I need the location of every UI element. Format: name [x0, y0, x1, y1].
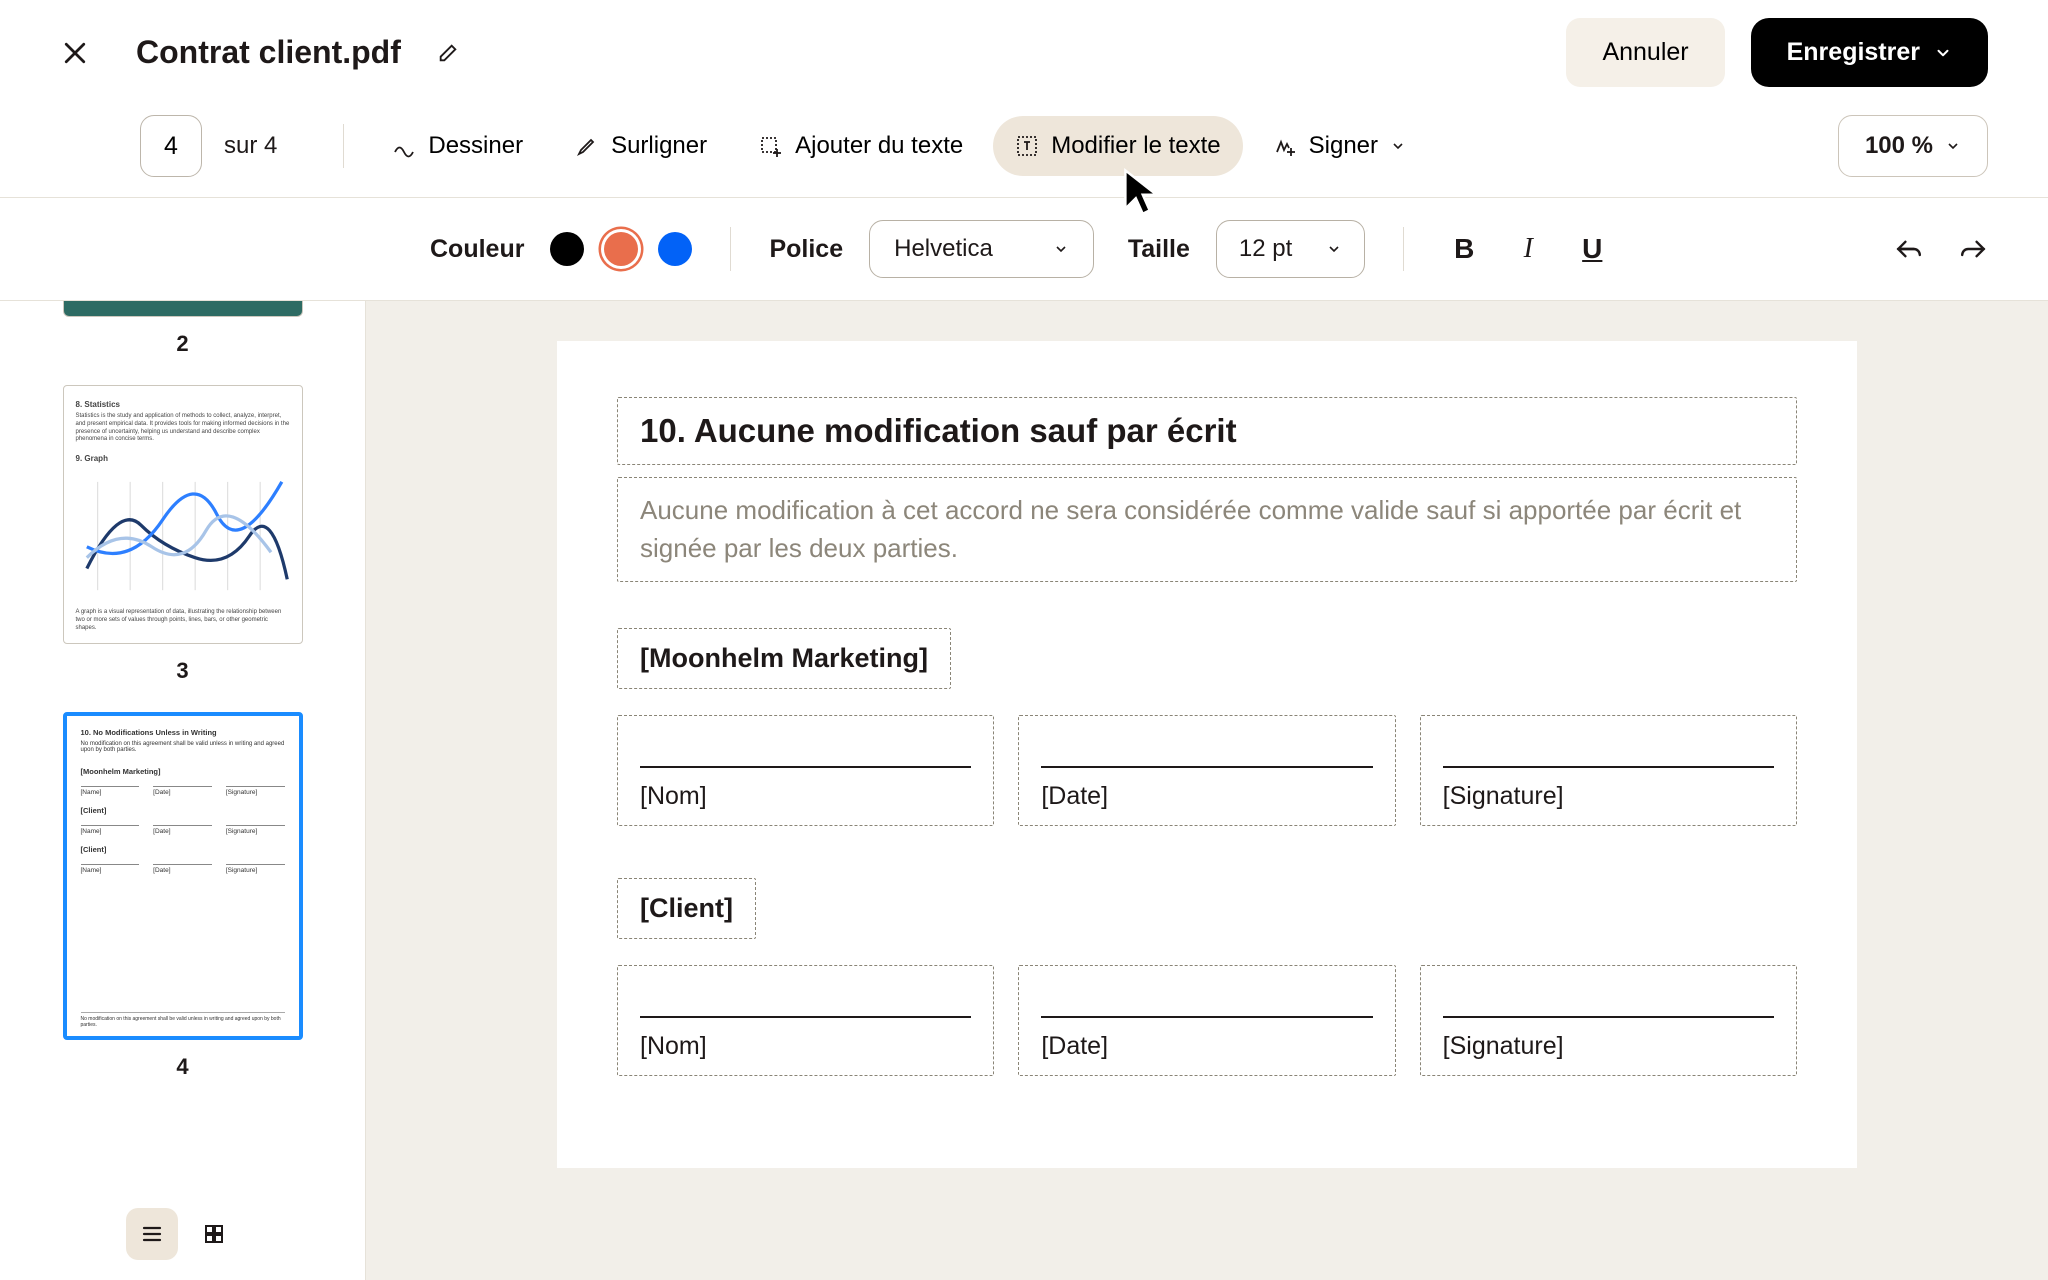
redo-button[interactable] — [1958, 237, 1988, 261]
save-button-label: Enregistrer — [1787, 38, 1920, 67]
chevron-down-icon — [1390, 138, 1406, 154]
thumbnail-page-2[interactable]: 2 — [63, 301, 303, 357]
add-text-tool[interactable]: Ajouter du texte — [737, 116, 985, 176]
editable-name-field-1[interactable]: [Nom] — [617, 715, 994, 826]
edit-text-icon — [1015, 134, 1039, 158]
document-title: Contrat client.pdf — [136, 34, 401, 71]
undo-button[interactable] — [1894, 237, 1924, 261]
zoom-select[interactable]: 100 % — [1838, 115, 1988, 177]
grid-view-toggle[interactable] — [188, 1208, 240, 1260]
page-total-label: sur 4 — [224, 132, 277, 160]
sign-tool[interactable]: Signer — [1251, 116, 1428, 176]
chevron-down-icon — [1053, 241, 1069, 257]
divider — [1403, 227, 1404, 271]
editable-party-2[interactable]: [Client] — [617, 878, 756, 939]
color-swatch-blue[interactable] — [658, 232, 692, 266]
draw-icon — [392, 134, 416, 158]
page-number-input[interactable] — [140, 115, 202, 177]
sign-icon — [1273, 134, 1297, 158]
chevron-down-icon — [1326, 241, 1342, 257]
close-button[interactable] — [60, 38, 90, 68]
size-label: Taille — [1128, 235, 1190, 264]
divider — [343, 124, 344, 168]
editable-party-1[interactable]: [Moonhelm Marketing] — [617, 628, 951, 689]
highlight-tool[interactable]: Surligner — [553, 116, 729, 176]
editable-date-field-1[interactable]: [Date] — [1018, 715, 1395, 826]
edit-text-tool[interactable]: Modifier le texte — [993, 116, 1242, 176]
editable-signature-field-1[interactable]: [Signature] — [1420, 715, 1797, 826]
italic-button[interactable]: I — [1506, 233, 1550, 265]
color-label: Couleur — [430, 235, 524, 264]
underline-button[interactable]: U — [1570, 233, 1614, 265]
highlight-icon — [575, 134, 599, 158]
editable-name-field-2[interactable]: [Nom] — [617, 965, 994, 1076]
add-text-icon — [759, 134, 783, 158]
font-label: Police — [769, 235, 843, 264]
color-swatch-black[interactable] — [550, 232, 584, 266]
rename-icon[interactable] — [437, 42, 459, 64]
chevron-down-icon — [1945, 138, 1961, 154]
save-button[interactable]: Enregistrer — [1751, 18, 1988, 87]
document-canvas[interactable]: 10. Aucune modification sauf par écrit A… — [366, 301, 2048, 1280]
divider — [730, 227, 731, 271]
list-view-toggle[interactable] — [126, 1208, 178, 1260]
cancel-button[interactable]: Annuler — [1566, 18, 1724, 87]
draw-tool[interactable]: Dessiner — [370, 116, 545, 176]
editable-signature-field-2[interactable]: [Signature] — [1420, 965, 1797, 1076]
thumbnail-page-4[interactable]: 10. No Modifications Unless in Writing N… — [63, 712, 303, 1080]
editable-paragraph[interactable]: Aucune modification à cet accord ne sera… — [617, 477, 1797, 582]
thumbnail-sidebar: 2 8. Statistics Statistics is the study … — [0, 301, 366, 1280]
bold-button[interactable]: B — [1442, 233, 1486, 265]
editable-heading[interactable]: 10. Aucune modification sauf par écrit — [617, 397, 1797, 465]
chevron-down-icon — [1934, 44, 1952, 62]
page-content: 10. Aucune modification sauf par écrit A… — [557, 341, 1857, 1168]
color-swatch-orange[interactable] — [604, 232, 638, 266]
graph-icon — [76, 471, 293, 601]
size-select[interactable]: 12 pt — [1216, 220, 1365, 278]
font-select[interactable]: Helvetica — [869, 220, 1094, 278]
editable-date-field-2[interactable]: [Date] — [1018, 965, 1395, 1076]
thumbnail-page-3[interactable]: 8. Statistics Statistics is the study an… — [63, 385, 303, 684]
